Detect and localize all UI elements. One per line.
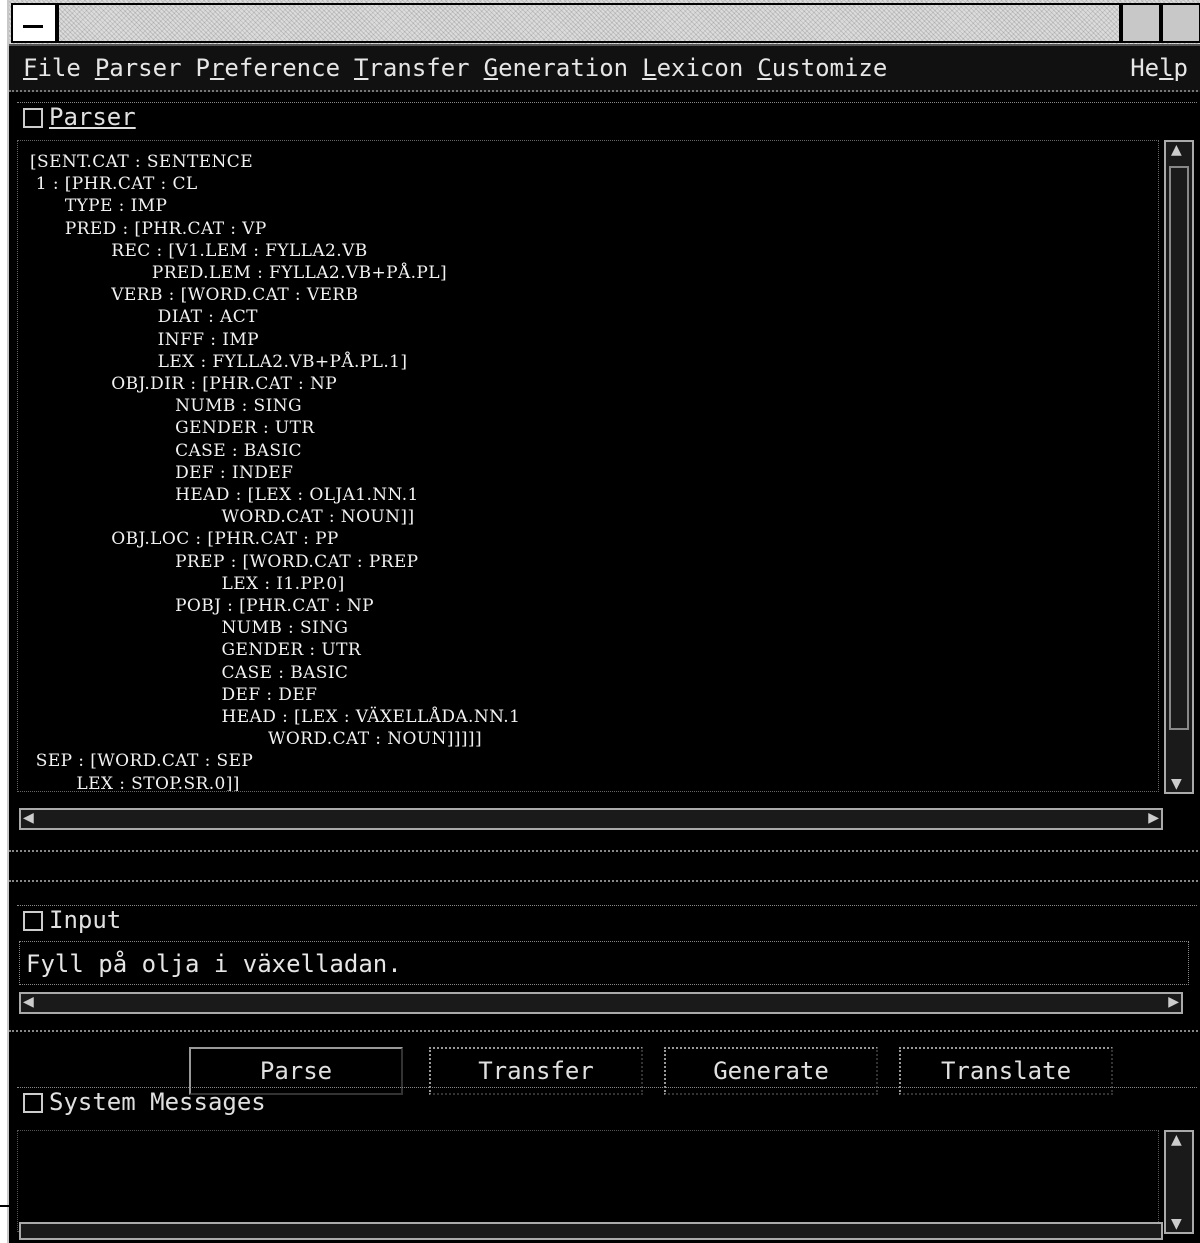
parser-output: [SENT.CAT : SENTENCE 1 : [PHR.CAT : CL T…: [17, 140, 1159, 792]
collapse-toggle[interactable]: [23, 911, 43, 931]
output-line: 1 : [PHR.CAT : CL: [35, 174, 198, 195]
output-line: WORD.CAT : NOUN]]: [221, 507, 415, 528]
parser-panel-title: Parser: [49, 103, 136, 131]
maximize-button[interactable]: [1161, 3, 1200, 43]
feature-structure: [SENT.CAT : SENTENCE 1 : [PHR.CAT : CL T…: [18, 141, 1158, 792]
minimize-button[interactable]: [1121, 3, 1161, 43]
menu-customize[interactable]: Customize: [757, 54, 887, 82]
divider: [9, 880, 1200, 882]
title-field: [57, 3, 1121, 43]
arrow-down-icon[interactable]: ▼: [1171, 776, 1182, 792]
parser-vertical-scrollbar[interactable]: ▲ ▼: [1164, 140, 1194, 794]
arrow-down-icon[interactable]: ▼: [1171, 1216, 1182, 1232]
output-line: OBJ.LOC : [PHR.CAT : PP: [111, 529, 339, 550]
input-panel-header: Input: [17, 905, 1197, 938]
menu-bar: File Parser Preference Transfer Generati…: [9, 46, 1200, 92]
arrow-left-icon[interactable]: ◀: [23, 994, 34, 1010]
parser-panel-header: Parser: [17, 102, 1197, 135]
output-line: PREP : [WORD.CAT : PREP: [175, 551, 419, 572]
menu-transfer[interactable]: Transfer: [354, 54, 470, 82]
output-line: PRED.LEM : FYLLA2.VB+PÅ.PL]: [151, 263, 447, 284]
system-messages-header: System Messages: [17, 1087, 1197, 1120]
output-line: [SENT.CAT : SENTENCE: [30, 152, 254, 172]
window-menu-icon[interactable]: [11, 3, 57, 43]
output-line: NUMB : SING: [221, 618, 349, 639]
output-line: VERB : [WORD.CAT : VERB: [111, 285, 359, 306]
output-line: LEX : FYLLA2.VB+PÅ.PL.1]: [157, 351, 408, 372]
collapse-toggle[interactable]: [23, 108, 43, 128]
output-line: GENDER : UTR: [175, 418, 315, 439]
system-messages-title: System Messages: [49, 1088, 266, 1116]
output-line: DEF : INDEF: [175, 462, 294, 483]
output-line: DEF : DEF: [221, 684, 318, 705]
output-line: WORD.CAT : NOUN]]]]]: [267, 729, 482, 750]
input-panel-title: Input: [49, 906, 122, 934]
sentence-input[interactable]: Fyll på olja i växelladan.: [19, 941, 1189, 985]
system-messages-area: [17, 1130, 1159, 1232]
output-line: OBJ.DIR : [PHR.CAT : NP: [111, 374, 338, 395]
output-line: CASE : BASIC: [175, 440, 302, 461]
output-line: CASE : BASIC: [221, 662, 349, 683]
output-line: DIAT : ACT: [157, 307, 258, 328]
messages-horizontal-scrollbar[interactable]: [19, 1222, 1163, 1240]
menu-generation[interactable]: Generation: [484, 54, 629, 82]
output-line: HEAD : [LEX : OLJA1.NN.1: [175, 485, 419, 506]
menu-lexicon[interactable]: Lexicon: [642, 54, 743, 82]
arrow-up-icon[interactable]: ▲: [1171, 1132, 1182, 1148]
input-horizontal-scrollbar[interactable]: ◀ ▶: [19, 992, 1183, 1014]
menu-preference[interactable]: Preference: [196, 54, 341, 82]
arrow-right-icon[interactable]: ▶: [1148, 810, 1159, 826]
output-line: PRED : [PHR.CAT : VP: [64, 218, 267, 239]
menu-parser[interactable]: Parser: [95, 54, 182, 82]
output-line: GENDER : UTR: [221, 640, 362, 661]
title-bar[interactable]: [9, 0, 1200, 46]
arrow-up-icon[interactable]: ▲: [1171, 142, 1182, 158]
output-line: HEAD : [LEX : VÄXELLÅDA.NN.1: [221, 707, 521, 728]
divider: [9, 1030, 1200, 1032]
pane-sash[interactable]: [9, 850, 1200, 852]
arrow-right-icon[interactable]: ▶: [1168, 994, 1179, 1010]
output-line: SEP : [WORD.CAT : SEP: [35, 751, 254, 772]
scrollbar-thumb[interactable]: [1169, 166, 1189, 730]
app-window: File Parser Preference Transfer Generati…: [7, 0, 1200, 1243]
frame-marker: [0, 1205, 9, 1207]
menu-file[interactable]: File: [23, 54, 81, 82]
output-line: NUMB : SING: [175, 396, 302, 417]
output-line: REC : [V1.LEM : FYLLA2.VB: [111, 240, 368, 261]
menu-help[interactable]: Help: [1130, 54, 1188, 82]
output-line: INFF : IMP: [157, 329, 259, 350]
collapse-toggle[interactable]: [23, 1093, 43, 1113]
output-line: LEX : STOP.SR.0]]: [76, 773, 240, 792]
output-line: TYPE : IMP: [64, 196, 168, 217]
arrow-left-icon[interactable]: ◀: [23, 810, 34, 826]
messages-vertical-scrollbar[interactable]: ▲ ▼: [1164, 1130, 1194, 1234]
output-line: POBJ : [PHR.CAT : NP: [175, 596, 374, 617]
output-line: LEX : I1.PP.0]: [221, 573, 345, 594]
parser-horizontal-scrollbar[interactable]: ◀ ▶: [19, 808, 1163, 830]
